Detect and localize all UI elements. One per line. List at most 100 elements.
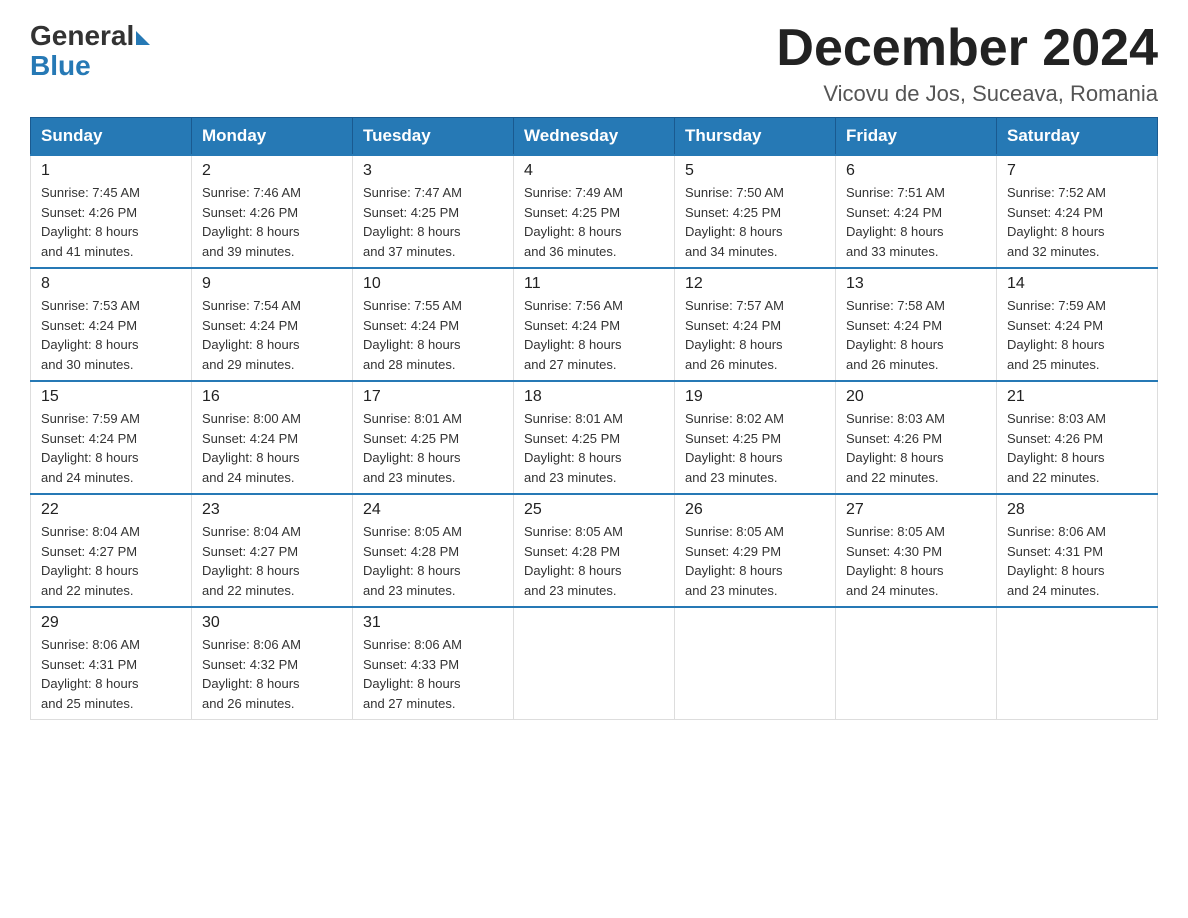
calendar-cell: 1 Sunrise: 7:45 AM Sunset: 4:26 PM Dayli… <box>31 155 192 268</box>
day-info: Sunrise: 7:56 AM Sunset: 4:24 PM Dayligh… <box>524 296 664 374</box>
calendar-subtitle: Vicovu de Jos, Suceava, Romania <box>776 81 1158 107</box>
calendar-cell: 28 Sunrise: 8:06 AM Sunset: 4:31 PM Dayl… <box>997 494 1158 607</box>
calendar-cell: 15 Sunrise: 7:59 AM Sunset: 4:24 PM Dayl… <box>31 381 192 494</box>
day-info: Sunrise: 8:05 AM Sunset: 4:28 PM Dayligh… <box>524 522 664 600</box>
calendar-cell: 10 Sunrise: 7:55 AM Sunset: 4:24 PM Dayl… <box>353 268 514 381</box>
logo-general-text: General <box>30 20 134 52</box>
calendar-cell: 16 Sunrise: 8:00 AM Sunset: 4:24 PM Dayl… <box>192 381 353 494</box>
day-number: 7 <box>1007 162 1147 180</box>
calendar-cell: 5 Sunrise: 7:50 AM Sunset: 4:25 PM Dayli… <box>675 155 836 268</box>
calendar-cell: 8 Sunrise: 7:53 AM Sunset: 4:24 PM Dayli… <box>31 268 192 381</box>
header: General Blue December 2024 Vicovu de Jos… <box>30 20 1158 107</box>
day-info: Sunrise: 7:45 AM Sunset: 4:26 PM Dayligh… <box>41 183 181 261</box>
day-number: 17 <box>363 388 503 406</box>
logo: General Blue <box>30 20 150 80</box>
col-saturday: Saturday <box>997 118 1158 156</box>
day-info: Sunrise: 7:55 AM Sunset: 4:24 PM Dayligh… <box>363 296 503 374</box>
calendar-cell: 7 Sunrise: 7:52 AM Sunset: 4:24 PM Dayli… <box>997 155 1158 268</box>
logo-line1: General <box>30 20 150 52</box>
calendar-cell: 11 Sunrise: 7:56 AM Sunset: 4:24 PM Dayl… <box>514 268 675 381</box>
calendar-cell: 23 Sunrise: 8:04 AM Sunset: 4:27 PM Dayl… <box>192 494 353 607</box>
day-number: 3 <box>363 162 503 180</box>
day-info: Sunrise: 8:02 AM Sunset: 4:25 PM Dayligh… <box>685 409 825 487</box>
day-number: 29 <box>41 614 181 632</box>
calendar-cell: 2 Sunrise: 7:46 AM Sunset: 4:26 PM Dayli… <box>192 155 353 268</box>
day-info: Sunrise: 7:46 AM Sunset: 4:26 PM Dayligh… <box>202 183 342 261</box>
calendar-table: Sunday Monday Tuesday Wednesday Thursday… <box>30 117 1158 720</box>
day-info: Sunrise: 8:04 AM Sunset: 4:27 PM Dayligh… <box>41 522 181 600</box>
calendar-cell: 18 Sunrise: 8:01 AM Sunset: 4:25 PM Dayl… <box>514 381 675 494</box>
logo-arrow-icon <box>136 31 150 45</box>
day-info: Sunrise: 7:53 AM Sunset: 4:24 PM Dayligh… <box>41 296 181 374</box>
day-info: Sunrise: 8:00 AM Sunset: 4:24 PM Dayligh… <box>202 409 342 487</box>
day-info: Sunrise: 8:01 AM Sunset: 4:25 PM Dayligh… <box>524 409 664 487</box>
title-area: December 2024 Vicovu de Jos, Suceava, Ro… <box>776 20 1158 107</box>
calendar-cell: 25 Sunrise: 8:05 AM Sunset: 4:28 PM Dayl… <box>514 494 675 607</box>
calendar-cell: 26 Sunrise: 8:05 AM Sunset: 4:29 PM Dayl… <box>675 494 836 607</box>
day-number: 9 <box>202 275 342 293</box>
day-info: Sunrise: 8:04 AM Sunset: 4:27 PM Dayligh… <box>202 522 342 600</box>
week-row-1: 8 Sunrise: 7:53 AM Sunset: 4:24 PM Dayli… <box>31 268 1158 381</box>
calendar-cell: 20 Sunrise: 8:03 AM Sunset: 4:26 PM Dayl… <box>836 381 997 494</box>
day-number: 19 <box>685 388 825 406</box>
day-info: Sunrise: 8:06 AM Sunset: 4:33 PM Dayligh… <box>363 635 503 713</box>
calendar-cell: 6 Sunrise: 7:51 AM Sunset: 4:24 PM Dayli… <box>836 155 997 268</box>
day-number: 8 <box>41 275 181 293</box>
day-info: Sunrise: 7:57 AM Sunset: 4:24 PM Dayligh… <box>685 296 825 374</box>
day-number: 25 <box>524 501 664 519</box>
calendar-cell <box>514 607 675 720</box>
calendar-cell: 19 Sunrise: 8:02 AM Sunset: 4:25 PM Dayl… <box>675 381 836 494</box>
day-info: Sunrise: 7:49 AM Sunset: 4:25 PM Dayligh… <box>524 183 664 261</box>
day-number: 26 <box>685 501 825 519</box>
calendar-cell <box>836 607 997 720</box>
day-info: Sunrise: 7:54 AM Sunset: 4:24 PM Dayligh… <box>202 296 342 374</box>
day-info: Sunrise: 8:03 AM Sunset: 4:26 PM Dayligh… <box>846 409 986 487</box>
logo-blue-text: Blue <box>30 52 91 80</box>
day-number: 22 <box>41 501 181 519</box>
day-number: 21 <box>1007 388 1147 406</box>
day-number: 31 <box>363 614 503 632</box>
calendar-cell: 24 Sunrise: 8:05 AM Sunset: 4:28 PM Dayl… <box>353 494 514 607</box>
day-info: Sunrise: 7:50 AM Sunset: 4:25 PM Dayligh… <box>685 183 825 261</box>
calendar-title: December 2024 <box>776 20 1158 77</box>
day-number: 1 <box>41 162 181 180</box>
day-info: Sunrise: 8:06 AM Sunset: 4:31 PM Dayligh… <box>41 635 181 713</box>
day-number: 18 <box>524 388 664 406</box>
day-number: 20 <box>846 388 986 406</box>
day-info: Sunrise: 7:58 AM Sunset: 4:24 PM Dayligh… <box>846 296 986 374</box>
day-info: Sunrise: 7:59 AM Sunset: 4:24 PM Dayligh… <box>41 409 181 487</box>
col-tuesday: Tuesday <box>353 118 514 156</box>
calendar-cell: 14 Sunrise: 7:59 AM Sunset: 4:24 PM Dayl… <box>997 268 1158 381</box>
calendar-cell: 9 Sunrise: 7:54 AM Sunset: 4:24 PM Dayli… <box>192 268 353 381</box>
calendar-cell: 17 Sunrise: 8:01 AM Sunset: 4:25 PM Dayl… <box>353 381 514 494</box>
calendar-cell: 12 Sunrise: 7:57 AM Sunset: 4:24 PM Dayl… <box>675 268 836 381</box>
day-number: 23 <box>202 501 342 519</box>
day-number: 14 <box>1007 275 1147 293</box>
day-number: 24 <box>363 501 503 519</box>
week-row-4: 29 Sunrise: 8:06 AM Sunset: 4:31 PM Dayl… <box>31 607 1158 720</box>
day-number: 27 <box>846 501 986 519</box>
day-number: 4 <box>524 162 664 180</box>
day-number: 30 <box>202 614 342 632</box>
col-monday: Monday <box>192 118 353 156</box>
day-info: Sunrise: 8:05 AM Sunset: 4:29 PM Dayligh… <box>685 522 825 600</box>
calendar-cell: 31 Sunrise: 8:06 AM Sunset: 4:33 PM Dayl… <box>353 607 514 720</box>
calendar-cell: 4 Sunrise: 7:49 AM Sunset: 4:25 PM Dayli… <box>514 155 675 268</box>
day-number: 15 <box>41 388 181 406</box>
day-number: 10 <box>363 275 503 293</box>
day-info: Sunrise: 8:01 AM Sunset: 4:25 PM Dayligh… <box>363 409 503 487</box>
day-info: Sunrise: 8:03 AM Sunset: 4:26 PM Dayligh… <box>1007 409 1147 487</box>
calendar-cell <box>675 607 836 720</box>
day-number: 16 <box>202 388 342 406</box>
calendar-cell: 22 Sunrise: 8:04 AM Sunset: 4:27 PM Dayl… <box>31 494 192 607</box>
col-wednesday: Wednesday <box>514 118 675 156</box>
day-number: 13 <box>846 275 986 293</box>
calendar-cell: 27 Sunrise: 8:05 AM Sunset: 4:30 PM Dayl… <box>836 494 997 607</box>
day-number: 6 <box>846 162 986 180</box>
week-row-0: 1 Sunrise: 7:45 AM Sunset: 4:26 PM Dayli… <box>31 155 1158 268</box>
day-number: 2 <box>202 162 342 180</box>
day-info: Sunrise: 8:06 AM Sunset: 4:32 PM Dayligh… <box>202 635 342 713</box>
week-row-2: 15 Sunrise: 7:59 AM Sunset: 4:24 PM Dayl… <box>31 381 1158 494</box>
day-info: Sunrise: 7:59 AM Sunset: 4:24 PM Dayligh… <box>1007 296 1147 374</box>
day-number: 11 <box>524 275 664 293</box>
